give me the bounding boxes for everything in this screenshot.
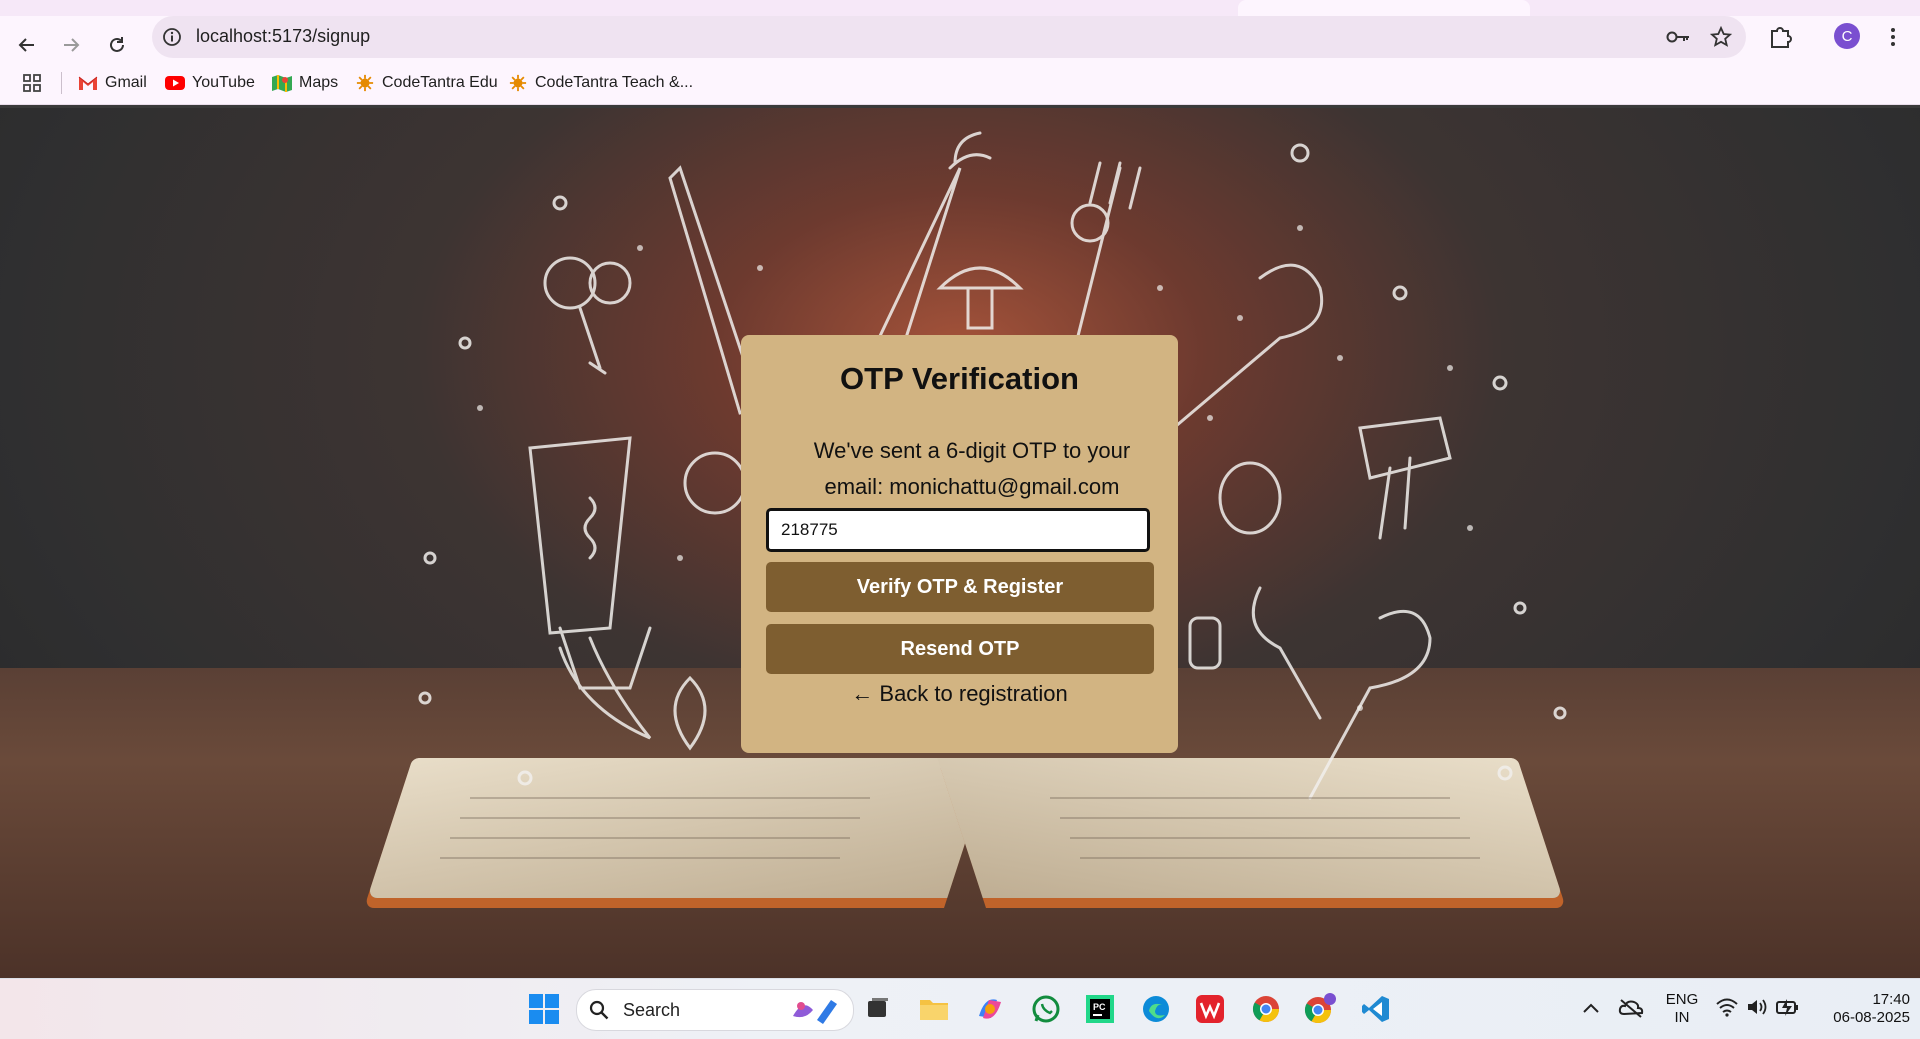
taskbar-pycharm[interactable]: PC [1082,991,1118,1027]
arrow-left-icon [18,38,34,52]
vscode-icon [1362,996,1389,1022]
bookmark-codetantra-edu[interactable]: CodeTantra Edu [355,72,498,94]
task-view-icon [868,998,888,1017]
reload-icon [110,37,124,52]
copilot-icon [979,999,1001,1019]
back-button[interactable] [8,26,46,64]
windows-logo-icon [529,994,559,1024]
region-code: IN [1674,1009,1690,1026]
taskbar-task-view[interactable] [860,991,896,1027]
bookmark-codetantra-teach[interactable]: CodeTantra Teach &... [508,72,693,94]
back-to-registration-link[interactable]: ← Back to registration [741,681,1178,707]
bookmark-maps[interactable]: Maps [272,72,338,94]
address-bar[interactable]: localhost:5173/signup [152,16,1746,58]
youtube-icon [165,76,185,90]
bookmark-youtube[interactable]: YouTube [165,72,255,94]
bookmark-star-icon[interactable] [1710,26,1732,48]
input-language[interactable]: ENG IN [1664,991,1700,1027]
reload-button[interactable] [98,26,136,64]
onedrive-offline-icon[interactable] [1618,997,1644,1019]
search-icon [589,1000,609,1020]
wifi-icon[interactable] [1716,997,1738,1017]
taskbar-wps-office[interactable] [1192,991,1228,1027]
active-tab[interactable] [1238,0,1530,16]
bookmark-gmail[interactable]: Gmail [78,72,147,94]
pycharm-icon: PC [1086,995,1114,1023]
windows-taskbar: Search PC ENG IN 17:40 06-08-2025 [0,978,1920,1039]
volume-icon[interactable] [1746,997,1768,1017]
codetantra-icon [356,74,374,92]
profile-avatar[interactable]: C [1834,23,1860,49]
password-key-icon[interactable] [1666,28,1690,46]
url-text[interactable]: localhost:5173/signup [196,26,370,47]
maps-icon [272,75,292,92]
bookmarks-divider [61,72,62,94]
chrome-icon [1252,996,1280,1023]
taskbar-copilot[interactable] [972,991,1008,1027]
chevron-up-icon[interactable] [1582,1001,1600,1015]
otp-sent-message: We've sent a 6-digit OTP to your email: … [781,433,1163,505]
copilot-highlight-icon [793,1000,837,1024]
clock-time: 17:40 [1872,991,1910,1008]
taskbar-vscode[interactable] [1358,991,1394,1027]
forward-button[interactable] [52,26,90,64]
taskbar-file-explorer[interactable] [916,991,952,1027]
clock-date: 06-08-2025 [1833,1009,1910,1026]
taskbar-chrome-profile-active[interactable] [1302,991,1338,1027]
search-placeholder: Search [623,1000,681,1020]
start-button[interactable] [526,991,562,1027]
resend-otp-button[interactable]: Resend OTP [766,624,1154,674]
taskbar-search-box[interactable]: Search [576,989,854,1031]
otp-message-line-2: email: monichattu@gmail.com [824,474,1120,499]
wps-office-icon [1196,995,1224,1023]
site-info-icon[interactable] [162,27,182,47]
codetantra-icon [509,74,527,92]
taskbar-whatsapp[interactable] [1028,991,1064,1027]
otp-input[interactable] [766,508,1150,552]
otp-verification-card: OTP Verification We've sent a 6-digit OT… [741,335,1178,753]
extensions-icon[interactable] [1766,23,1794,51]
bookmarks-bar: Gmail YouTube Maps CodeTantra Edu CodeTa… [0,62,1920,105]
edge-icon [1143,996,1169,1022]
arrow-right-icon [64,38,80,52]
taskbar-chrome[interactable] [1248,991,1284,1027]
apps-grid-icon[interactable] [22,73,42,93]
otp-message-line-1: We've sent a 6-digit OTP to your [813,438,1131,463]
language-code: ENG [1665,991,1699,1008]
tab-strip [0,0,1920,16]
whatsapp-icon [1032,995,1060,1023]
chrome-profile-icon [1304,993,1336,1024]
battery-charging-icon[interactable] [1776,997,1800,1017]
svg-text:PC: PC [1093,1002,1106,1012]
kebab-menu-icon[interactable] [1882,25,1904,49]
gmail-icon [78,76,98,90]
folder-icon [920,1000,948,1020]
verify-otp-register-button[interactable]: Verify OTP & Register [766,562,1154,612]
clock[interactable]: 17:40 06-08-2025 [1810,991,1910,1027]
card-title: OTP Verification [840,361,1079,396]
page-viewport: OTP Verification We've sent a 6-digit OT… [0,108,1920,978]
taskbar-edge[interactable] [1138,991,1174,1027]
